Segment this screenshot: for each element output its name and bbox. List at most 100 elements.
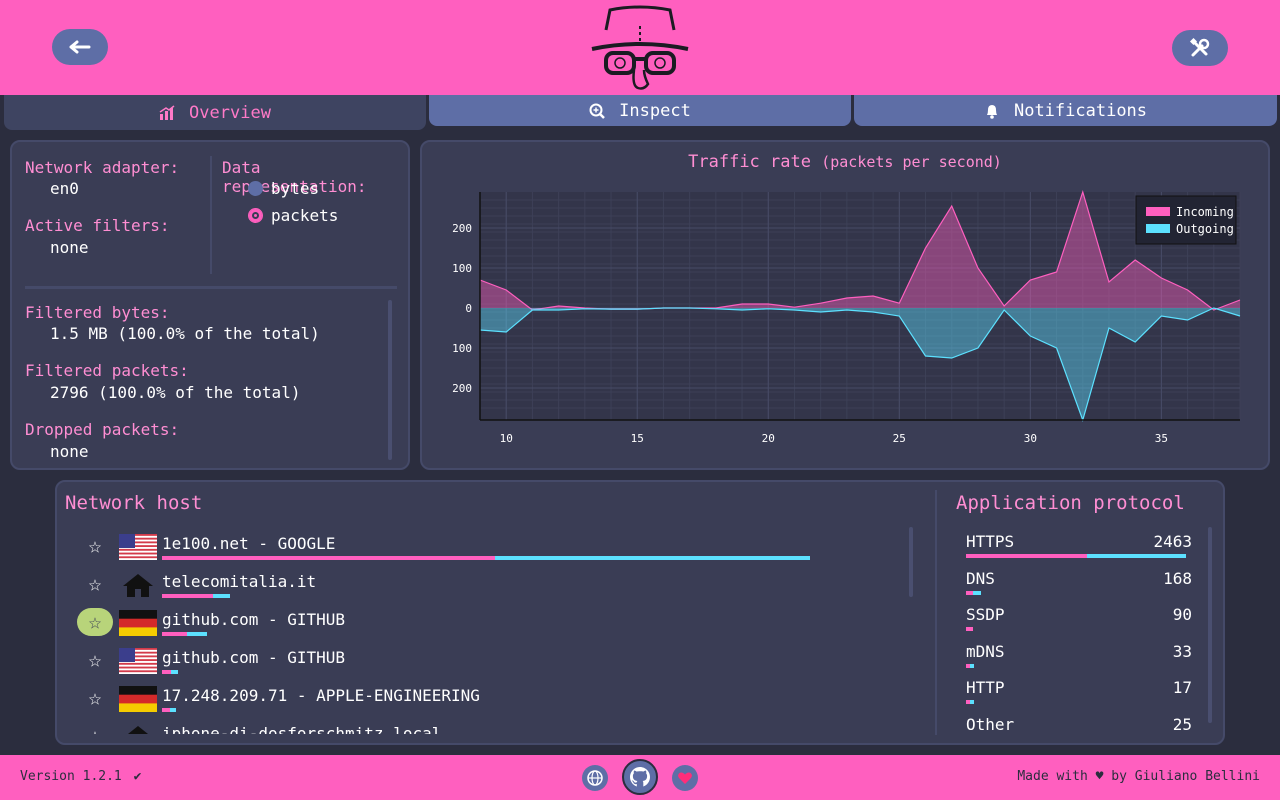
host-traffic-bar: [162, 556, 811, 560]
arrow-left-icon: [69, 40, 91, 54]
protocol-traffic-bar: [966, 663, 974, 668]
host-list: ☆ 1e100.net - GOOGLE 2143 ☆ telecomitali…: [57, 532, 897, 734]
radio-bytes-dot: [248, 181, 263, 196]
protocol-count: 33: [1172, 641, 1192, 661]
adapter-value: en0: [50, 179, 79, 198]
y-tick-label: 100: [452, 342, 472, 355]
filtered-bytes-value: 1.5 MB (100.0% of the total): [50, 324, 320, 343]
radio-bytes[interactable]: bytes: [248, 179, 319, 198]
radio-bytes-label: bytes: [271, 179, 320, 198]
settings-button[interactable]: [1172, 30, 1228, 66]
back-button[interactable]: [52, 29, 108, 65]
traffic-chart: 10 15 20 25 30 35 200 100 0 100 200 Incoming Outgoin…: [452, 189, 1241, 445]
host-row[interactable]: ☆ 17.248.209.71 - APPLE-ENGINEERING 54: [57, 684, 897, 722]
legend-label-outgoing: Outgoing: [1176, 222, 1234, 236]
protocol-count: 168: [1163, 568, 1192, 588]
host-traffic-bar: [162, 670, 178, 674]
protocol-count: 2463: [1153, 532, 1192, 551]
incoming-bar: [162, 670, 171, 674]
hosts-title: Network host: [65, 492, 203, 514]
incoming-bar: [966, 627, 973, 632]
host-row[interactable]: ☆ iphone-di-dosforschmitz.local 35: [57, 722, 897, 734]
spy-hat-glasses-logo: [591, 5, 689, 90]
local-home-icon: [119, 572, 157, 598]
adapter-label: Network adapter:: [25, 158, 180, 177]
website-button[interactable]: [582, 765, 608, 791]
legend-label-incoming: Incoming: [1176, 205, 1234, 219]
bell-icon: [986, 104, 997, 119]
protocol-list: HTTPS 2463 DNS 168 SSDP 90 mDNS 33 HTTP …: [966, 532, 1192, 737]
host-row[interactable]: ☆ github.com - GITHUB 178: [57, 608, 897, 646]
protocol-name: Other: [966, 715, 1015, 734]
host-row[interactable]: ☆ telecomitalia.it 263: [57, 570, 897, 608]
host-row[interactable]: ☆ github.com - GITHUB 60: [57, 646, 897, 684]
tab-overview[interactable]: Overview: [4, 95, 426, 130]
incoming-bar: [162, 632, 188, 636]
info-scrollbar[interactable]: [388, 300, 392, 460]
protocol-traffic-bar: [966, 700, 974, 705]
filters-value: none: [50, 238, 89, 257]
hosts-divider: [935, 490, 937, 735]
sponsor-heart-icon: [678, 772, 692, 784]
protocol-row[interactable]: SSDP 90: [966, 605, 1192, 641]
radio-packets[interactable]: packets: [248, 206, 338, 225]
hosts-scrollbar[interactable]: [909, 527, 913, 597]
radio-packets-dot: [248, 208, 263, 223]
legend-swatch-outgoing: [1146, 224, 1170, 233]
filtered-packets-value: 2796 (100.0% of the total): [50, 383, 301, 402]
de-flag-icon: [119, 610, 157, 637]
x-tick-label: 30: [1024, 432, 1037, 445]
favorite-star-button[interactable]: ☆: [77, 646, 113, 674]
tab-inspect[interactable]: Inspect: [429, 95, 851, 126]
host-traffic-bar: [162, 708, 177, 712]
star-icon: ☆: [88, 609, 102, 635]
host-name: telecomitalia.it: [162, 572, 317, 591]
y-tick-label: 200: [452, 222, 472, 235]
x-tick-label: 25: [893, 432, 906, 445]
favorite-star-button[interactable]: ☆: [77, 532, 113, 560]
github-button[interactable]: [622, 759, 658, 795]
protocol-row[interactable]: mDNS 33: [966, 642, 1192, 678]
checkmark-icon: ✔: [133, 769, 142, 784]
filters-label: Active filters:: [25, 216, 170, 235]
local-home-icon: [119, 724, 157, 734]
protocol-count: 25: [1172, 715, 1192, 734]
host-row[interactable]: ☆ 1e100.net - GOOGLE 2143: [57, 532, 897, 570]
tab-notifications[interactable]: Notifications: [854, 95, 1277, 126]
protocols-scrollbar[interactable]: [1208, 527, 1212, 723]
incoming-bar: [966, 590, 973, 595]
author-label: by Giuliano Bellini: [1111, 769, 1260, 784]
info-panel: Network adapter: en0 Active filters: non…: [10, 140, 410, 470]
tab-overview-label: Overview: [189, 102, 271, 123]
incoming-bar: [162, 594, 213, 598]
filtered-bytes-label: Filtered bytes:: [25, 303, 170, 322]
incoming-bar: [162, 556, 495, 560]
header-bar: [0, 0, 1280, 95]
protocol-row[interactable]: DNS 168: [966, 569, 1192, 605]
favorite-star-button[interactable]: ☆: [77, 608, 113, 636]
protocol-row[interactable]: Other 25: [966, 715, 1192, 737]
x-tick-label: 10: [500, 432, 513, 445]
outgoing-bar: [972, 590, 982, 595]
de-flag-icon: [119, 686, 157, 713]
made-with-info: Made with ♥ by Giuliano Bellini: [1017, 769, 1260, 784]
legend-swatch-incoming: [1146, 207, 1170, 216]
wrench-screwdriver-icon: [1189, 37, 1210, 57]
chart-icon: [159, 104, 175, 120]
us-flag-icon: [119, 534, 157, 560]
favorite-star-button[interactable]: ☆: [77, 684, 113, 712]
outgoing-bar: [970, 700, 974, 705]
favorite-star-button[interactable]: ☆: [77, 722, 113, 735]
tab-inspect-label: Inspect: [619, 100, 691, 121]
star-icon: ☆: [88, 533, 102, 559]
protocol-name: HTTPS: [966, 532, 1015, 551]
dropped-value: none: [50, 442, 89, 461]
protocol-row[interactable]: HTTP 17: [966, 678, 1192, 714]
favorite-star-button[interactable]: ☆: [77, 570, 113, 598]
version-info: Version 1.2.1 ✔: [20, 769, 141, 784]
filtered-packets-label: Filtered packets:: [25, 361, 189, 380]
protocol-traffic-bar: [966, 627, 973, 632]
sponsor-button[interactable]: [672, 765, 698, 791]
chart-legend: [1135, 195, 1237, 245]
protocol-row[interactable]: HTTPS 2463: [966, 532, 1192, 568]
